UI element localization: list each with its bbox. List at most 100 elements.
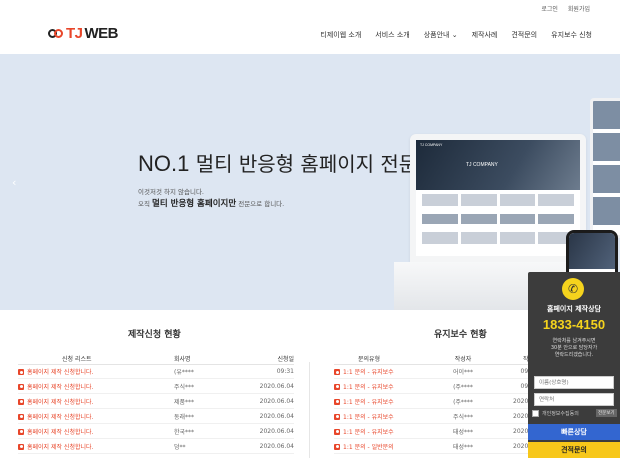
col-header-author: 작성자 xyxy=(454,356,472,363)
row-date: 2020.06.04 xyxy=(259,412,294,420)
row-type-cell[interactable]: 1:1 문의 - 유지보수 xyxy=(334,382,432,391)
agree-label: 개인정보수집동의 xyxy=(542,411,579,417)
row-type: 1:1 문의 - 일반문의 xyxy=(343,443,394,451)
pin-icon xyxy=(334,443,340,450)
row-type-cell[interactable]: 1:1 문의 - 유지보수 xyxy=(334,397,432,406)
pin-icon xyxy=(334,369,340,375)
laptop-brand: TJ COMPANY xyxy=(420,143,443,147)
widget-desc-line: 연락드리겠습니다. xyxy=(554,352,594,358)
row-author: 태성*** xyxy=(452,443,474,451)
pin-icon xyxy=(18,428,24,435)
site-logo[interactable]: TJ WEB xyxy=(48,25,119,42)
row-date: 2020.06.04 xyxy=(259,427,294,435)
table-row[interactable]: 홈페이지 제작 신청합니다. 동래*** 2020.06.04 xyxy=(18,409,294,424)
row-company: 주식*** xyxy=(174,383,195,391)
widget-title: 홈페이지 제작상담 xyxy=(547,305,601,313)
signup-link[interactable]: 회원가입 xyxy=(568,4,590,13)
row-title-cell[interactable]: 홈페이지 제작 신청합니다. xyxy=(18,367,174,376)
row-title-cell[interactable]: 홈페이지 제작 신청합니다. xyxy=(18,427,174,436)
tablet-mockup xyxy=(590,98,620,238)
consult-widget: ✆ 홈페이지 제작상담 1833-4150 연락처를 남겨주시면 30분 안으로… xyxy=(528,272,620,458)
table-row[interactable]: 홈페이지 제작 신청합니다. 덩** 2020.06.04 xyxy=(18,439,294,454)
name-input[interactable] xyxy=(534,376,614,389)
laptop-mockup: TJ COMPANY TJ COMPANY xyxy=(410,134,586,262)
hero-headline: NO.1 멀티 반응형 홈페이지 전문 xyxy=(138,148,417,177)
row-company: (유**** xyxy=(174,369,194,376)
production-status-title: 제작신청 현황 xyxy=(128,330,181,340)
col-header-type: 문의유형 xyxy=(358,356,381,363)
row-date: 2020.06.04 xyxy=(259,382,294,390)
row-author: (주**** xyxy=(453,398,473,406)
quick-consult-button[interactable]: 빠른상담 xyxy=(528,424,620,440)
table-row[interactable]: 홈페이지 제작 신청합니다. (유**** 09:31 xyxy=(18,364,294,379)
pin-icon xyxy=(18,413,24,420)
col-header-date: 신청일 xyxy=(277,356,294,363)
laptop-banner-text: TJ COMPANY xyxy=(466,162,498,168)
pin-icon xyxy=(18,383,24,390)
widget-phone-number[interactable]: 1833-4150 xyxy=(528,317,620,332)
table-row[interactable]: 1:1 문의 - 유지보수 주식*** 2020.0 xyxy=(334,409,534,424)
pin-icon xyxy=(334,428,340,435)
table-row[interactable]: 홈페이지 제작 신청합니다. 제품*** 2020.06.04 xyxy=(18,394,294,409)
row-type: 1:1 문의 - 유지보수 xyxy=(343,369,394,376)
login-link[interactable]: 로그인 xyxy=(541,4,558,13)
phone-icon: ✆ xyxy=(562,278,584,300)
table-row[interactable]: 1:1 문의 - 일반문의 태성*** 2020.0 xyxy=(334,439,534,454)
row-company: 제품*** xyxy=(174,398,195,406)
widget-description: 연락처를 남겨주시면 30분 안으로 담당자가 연락드리겠습니다. xyxy=(528,338,620,359)
pin-icon xyxy=(18,398,24,405)
maintenance-status-title: 유지보수 현황 xyxy=(434,330,487,340)
row-title: 홈페이지 제작 신청합니다. xyxy=(27,383,94,391)
table-row[interactable]: 홈페이지 제작 신청합니다. 주식*** 2020.06.04 xyxy=(18,379,294,394)
row-title: 홈페이지 제작 신청합니다. xyxy=(27,398,94,406)
nav-item-about[interactable]: 티제이웹 소개 xyxy=(320,30,361,40)
logo-text-web: WEB xyxy=(84,25,119,42)
table-row[interactable]: 1:1 문의 - 유지보수 (주**** 2020.0 xyxy=(334,394,534,409)
view-terms-button[interactable]: 전문보기 xyxy=(596,409,617,417)
laptop-screen: TJ COMPANY TJ COMPANY xyxy=(416,140,580,256)
utility-links: 로그인 회원가입 xyxy=(541,4,590,13)
hero-subtitle-2-post: 전문으로 합니다. xyxy=(236,200,285,208)
nav-item-products[interactable]: 상품안내 ⌄ xyxy=(424,30,458,40)
contact-input[interactable] xyxy=(534,393,614,406)
row-type: 1:1 문의 - 유지보수 xyxy=(343,398,394,406)
row-title: 홈페이지 제작 신청합니다. xyxy=(27,428,94,436)
nav-item-maintenance[interactable]: 유지보수 신청 xyxy=(551,30,592,40)
row-title-cell[interactable]: 홈페이지 제작 신청합니다. xyxy=(18,442,174,451)
col-header-company: 회사명 xyxy=(174,356,191,363)
row-type-cell[interactable]: 1:1 문의 - 유지보수 xyxy=(334,427,432,436)
table-row[interactable]: 1:1 문의 - 유지보수 태성*** 2020.0 xyxy=(334,424,534,439)
row-date: 2020.06.04 xyxy=(259,397,294,405)
table-row[interactable]: 홈페이지 제작 신청합니다. 한국*** 2020.06.04 xyxy=(18,424,294,439)
agree-checkbox[interactable] xyxy=(532,410,539,417)
row-type: 1:1 문의 - 유지보수 xyxy=(343,428,394,436)
widget-desc-line: 연락처를 남겨주시면 xyxy=(552,338,596,344)
table-row[interactable]: 1:1 문의 - 유지보수(주****09:5 xyxy=(334,379,534,394)
hero-banner: ‹ NO.1 멀티 반응형 홈페이지 전문 이것저것 하지 않습니다. 오직 멀… xyxy=(0,54,620,310)
row-type-cell[interactable]: 1:1 문의 - 일반문의 xyxy=(334,442,432,451)
chevron-left-icon[interactable]: ‹ xyxy=(12,176,16,189)
pin-icon xyxy=(18,369,24,375)
hero-subtitle-1: 이것저것 하지 않습니다. xyxy=(138,188,204,196)
row-type: 1:1 문의 - 유지보수 xyxy=(343,383,394,391)
section-divider xyxy=(309,362,310,458)
nav-item-estimate[interactable]: 견적문의 xyxy=(511,30,537,40)
estimate-inquiry-button[interactable]: 견적문의 xyxy=(528,442,620,458)
row-title: 홈페이지 제작 신청합니다. xyxy=(27,413,94,421)
pin-icon xyxy=(18,443,24,450)
row-title-cell[interactable]: 홈페이지 제작 신청합니다. xyxy=(18,412,174,421)
nav-item-services[interactable]: 서비스 소개 xyxy=(375,30,409,40)
hero-subtitle-2-pre: 오직 xyxy=(138,200,153,208)
widget-desc-line: 30분 안으로 담당자가 xyxy=(550,345,598,351)
row-date: 09:31 xyxy=(276,368,294,375)
nav-item-portfolio[interactable]: 제작사례 xyxy=(472,30,498,40)
row-type: 1:1 문의 - 유지보수 xyxy=(343,413,394,421)
table-row[interactable]: 1:1 문의 - 유지보수어이***09:5 xyxy=(334,364,534,379)
row-type-cell[interactable]: 1:1 문의 - 유지보수 xyxy=(334,367,432,376)
row-type-cell[interactable]: 1:1 문의 - 유지보수 xyxy=(334,412,432,421)
production-table: 신청 리스트 회사명 신청일 홈페이지 제작 신청합니다. (유**** 09:31… xyxy=(18,354,294,454)
row-title-cell[interactable]: 홈페이지 제작 신청합니다. xyxy=(18,397,174,406)
row-company: 동래*** xyxy=(174,413,195,421)
row-author: 주식*** xyxy=(452,413,474,421)
row-title-cell[interactable]: 홈페이지 제작 신청합니다. xyxy=(18,382,174,391)
